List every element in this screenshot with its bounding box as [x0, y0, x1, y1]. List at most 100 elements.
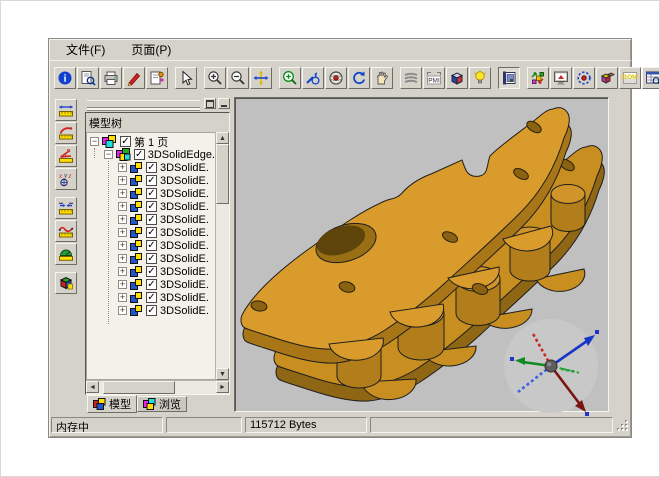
expand-expander-icon[interactable] — [118, 176, 127, 185]
menu-page[interactable]: 页面(P) — [126, 39, 176, 60]
refresh-button[interactable] — [348, 67, 370, 89]
node-checkbox[interactable] — [146, 266, 157, 277]
zoom-window-button[interactable] — [279, 67, 301, 89]
node-checkbox[interactable] — [146, 279, 157, 290]
print-preview-button[interactable] — [77, 67, 99, 89]
tree-node-page[interactable]: 第 1 页 — [87, 135, 215, 148]
viewport-3d[interactable] — [234, 97, 609, 412]
orbit-button[interactable] — [325, 67, 347, 89]
tree-node-assembly[interactable]: 3DSolidEdge. — [87, 148, 215, 161]
tab-model[interactable]: 模型 — [87, 395, 137, 413]
scroll-up-icon[interactable]: ▲ — [216, 132, 229, 144]
expand-expander-icon[interactable] — [118, 202, 127, 211]
expand-expander-icon[interactable] — [118, 241, 127, 250]
node-checkbox[interactable] — [120, 136, 131, 147]
tree-node-part[interactable]: 3DSolidE. — [87, 278, 215, 291]
node-checkbox[interactable] — [134, 149, 145, 160]
zoom-dynamic-button[interactable] — [302, 67, 324, 89]
view-cube-button[interactable] — [446, 67, 468, 89]
expand-expander-icon[interactable] — [118, 189, 127, 198]
pmi-button[interactable]: PMI — [423, 67, 445, 89]
tree-node-part[interactable]: 3DSolidE. — [87, 200, 215, 213]
scroll-right-icon[interactable]: ► — [216, 381, 229, 393]
markup-pen-button[interactable] — [123, 67, 145, 89]
collapse-expander-icon[interactable] — [104, 150, 113, 159]
print-button[interactable] — [100, 67, 122, 89]
expand-expander-icon[interactable] — [118, 293, 127, 302]
node-checkbox[interactable] — [146, 227, 157, 238]
scroll-down-icon[interactable]: ▼ — [216, 368, 229, 380]
scrollbar-thumb[interactable] — [103, 381, 175, 394]
panel-restore-button[interactable] — [204, 98, 216, 109]
node-checkbox[interactable] — [146, 201, 157, 212]
measure-arc-button[interactable] — [55, 122, 77, 144]
collapse-expander-icon[interactable] — [90, 137, 99, 146]
scroll-left-icon[interactable]: ◄ — [86, 381, 99, 393]
image-frame-button[interactable] — [498, 67, 520, 89]
tree-vertical-scrollbar[interactable]: ▲ ▼ — [215, 132, 229, 380]
measure-gap-button[interactable] — [55, 197, 77, 219]
svg-text:z: z — [68, 172, 72, 180]
tree-node-part[interactable]: 3DSolidE. — [87, 252, 215, 265]
resize-grip-icon[interactable] — [616, 419, 629, 432]
assembly-cubes-button[interactable] — [596, 67, 618, 89]
tab-browse[interactable]: 浏览 — [137, 396, 187, 412]
tree-node-part[interactable]: 3DSolidE. — [87, 265, 215, 278]
tree-node-part[interactable]: 3DSolidE. — [87, 304, 215, 317]
tree-node-part[interactable]: 3DSolidE. — [87, 187, 215, 200]
print-icon — [103, 70, 119, 86]
node-checkbox[interactable] — [146, 162, 157, 173]
stamp-button[interactable] — [146, 67, 168, 89]
expand-expander-icon[interactable] — [118, 228, 127, 237]
expand-expander-icon[interactable] — [118, 254, 127, 263]
expand-expander-icon[interactable] — [118, 280, 127, 289]
part-node-icon — [130, 266, 143, 278]
menu-file[interactable]: 文件(F) — [61, 39, 110, 60]
tree-horizontal-scrollbar[interactable]: ◄ ► — [86, 380, 229, 394]
measure-distance-button[interactable] — [55, 99, 77, 121]
zoom-out-button[interactable] — [227, 67, 249, 89]
tree-node-part[interactable]: 3DSolidE. — [87, 161, 215, 174]
lightbulb-button[interactable] — [469, 67, 491, 89]
scrollbar-track[interactable] — [216, 204, 229, 368]
panel-drag-gripper[interactable] — [87, 100, 200, 108]
tree-node-part[interactable]: 3DSolidE. — [87, 213, 215, 226]
tree-node-part[interactable]: 3DSolidE. — [87, 226, 215, 239]
expand-expander-icon[interactable] — [118, 215, 127, 224]
tree-node-part[interactable]: 3DSolidE. — [87, 291, 215, 304]
node-checkbox[interactable] — [146, 188, 157, 199]
node-checkbox[interactable] — [146, 292, 157, 303]
part-properties-button[interactable] — [55, 272, 77, 294]
node-checkbox[interactable] — [146, 214, 157, 225]
minimize-icon — [221, 105, 227, 107]
restore-icon — [206, 100, 214, 108]
layers-button[interactable] — [400, 67, 422, 89]
info-button[interactable]: i — [54, 67, 76, 89]
hand-pan-button[interactable] — [371, 67, 393, 89]
select-cursor-button[interactable] — [175, 67, 197, 89]
tree-node-part[interactable]: 3DSolidE. — [87, 174, 215, 187]
expand-expander-icon[interactable] — [118, 306, 127, 315]
bom-button[interactable]: BOM — [619, 67, 641, 89]
explode-parts-button[interactable] — [527, 67, 549, 89]
measure-angle-button[interactable] — [55, 145, 77, 167]
node-checkbox[interactable] — [146, 253, 157, 264]
panel-minimize-button[interactable] — [218, 98, 230, 109]
spin-animation-button[interactable] — [573, 67, 595, 89]
zoom-in-button[interactable] — [204, 67, 226, 89]
measure-area-button[interactable] — [55, 243, 77, 265]
scrollbar-track[interactable] — [175, 381, 216, 394]
expand-expander-icon[interactable] — [118, 163, 127, 172]
node-checkbox[interactable] — [146, 240, 157, 251]
expand-expander-icon[interactable] — [118, 267, 127, 276]
node-checkbox[interactable] — [146, 175, 157, 186]
tree-node-part[interactable]: 3DSolidE. — [87, 239, 215, 252]
bom-table-button[interactable] — [642, 67, 660, 89]
measure-coordinate-button[interactable]: xyz — [55, 168, 77, 190]
node-checkbox[interactable] — [146, 305, 157, 316]
pan-cross-button[interactable] — [250, 67, 272, 89]
measure-curve-button[interactable] — [55, 220, 77, 242]
browse-tab-icon — [143, 398, 156, 410]
screen-capture-button[interactable] — [550, 67, 572, 89]
scrollbar-thumb[interactable] — [216, 144, 229, 204]
